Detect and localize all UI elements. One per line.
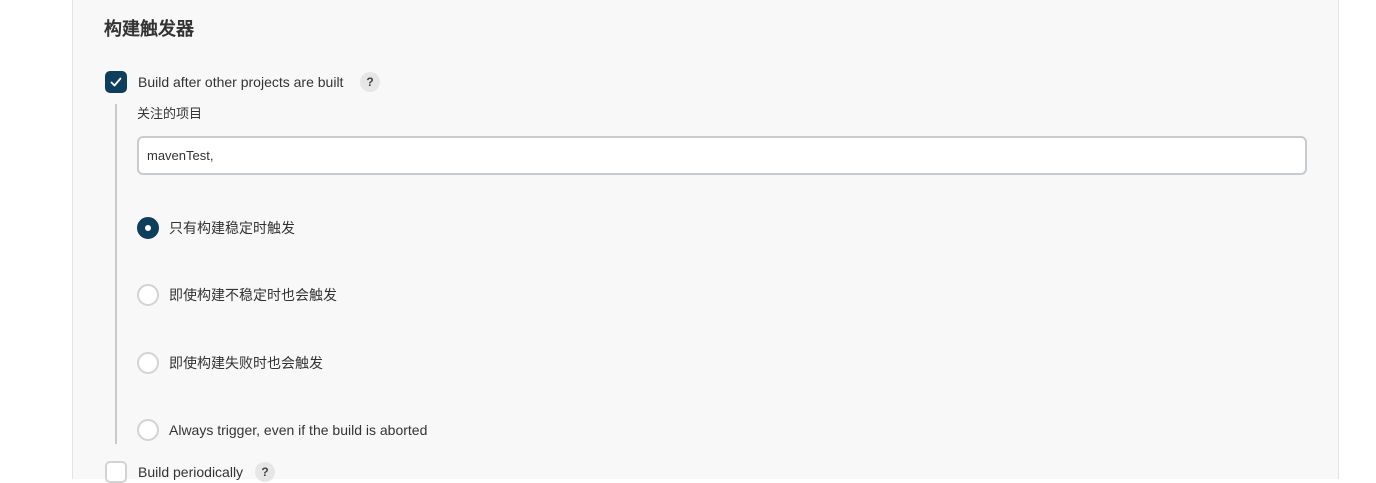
radio-trigger-unstable[interactable] (137, 284, 159, 306)
radio-trigger-failed[interactable] (137, 352, 159, 374)
radio-trigger-stable[interactable] (137, 217, 159, 239)
section-title: 构建触发器 (104, 19, 194, 39)
projects-to-watch-label: 关注的项目 (137, 106, 203, 121)
radio-trigger-aborted-label[interactable]: Always trigger, even if the build is abo… (169, 421, 427, 439)
nested-section-indicator (115, 104, 117, 444)
help-icon[interactable]: ? (255, 462, 275, 482)
radio-trigger-aborted[interactable] (137, 419, 159, 441)
radio-trigger-failed-label[interactable]: 即使构建失败时也会触发 (169, 354, 323, 372)
radio-selected-dot (145, 225, 151, 231)
projects-to-watch-input[interactable] (137, 136, 1307, 175)
radio-trigger-stable-label[interactable]: 只有构建稳定时触发 (169, 219, 295, 237)
build-periodically-label[interactable]: Build periodically (138, 463, 243, 481)
check-icon (110, 77, 122, 87)
build-periodically-checkbox[interactable] (105, 461, 127, 483)
radio-trigger-unstable-label[interactable]: 即使构建不稳定时也会触发 (169, 286, 337, 304)
config-panel (72, 0, 1339, 479)
help-icon[interactable]: ? (360, 72, 380, 92)
build-after-other-checkbox[interactable] (105, 71, 127, 93)
build-after-other-label[interactable]: Build after other projects are built (138, 73, 343, 91)
